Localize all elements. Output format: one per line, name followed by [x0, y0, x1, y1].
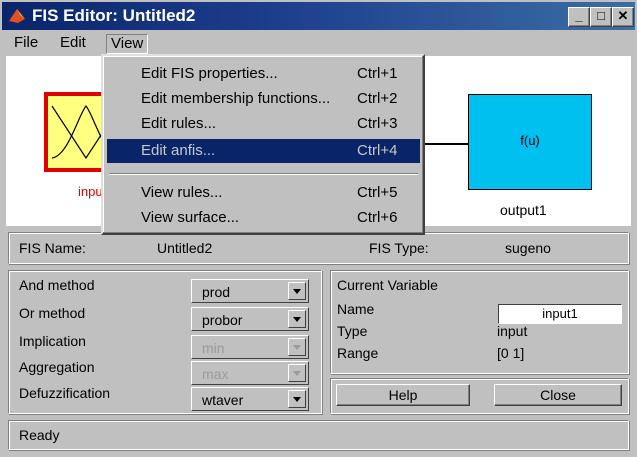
implication-select: min	[191, 335, 309, 359]
menu-item-edit-membership-functions[interactable]: Edit membership functions... Ctrl+2	[107, 87, 420, 111]
or-method-value: probor	[202, 312, 243, 328]
and-method-label: And method	[19, 277, 95, 293]
output-function-label: f(u)	[520, 133, 540, 148]
close-window-button[interactable]: ✕	[612, 7, 634, 27]
chevron-down-icon	[288, 338, 306, 356]
or-method-select[interactable]: probor	[191, 307, 309, 331]
variable-range-label: Range	[337, 345, 379, 361]
menu-view[interactable]: View	[106, 34, 149, 54]
fis-type-label: FIS Type:	[369, 240, 429, 256]
menu-item-label: Edit rules...	[141, 115, 217, 132]
help-button[interactable]: Help	[336, 384, 470, 406]
aggregation-select: max	[191, 361, 309, 385]
menu-item-shortcut: Ctrl+2	[357, 90, 398, 107]
implication-label: Implication	[19, 333, 86, 349]
status-bar: Ready	[8, 420, 629, 450]
connector-line	[420, 143, 468, 145]
menu-item-shortcut: Ctrl+5	[357, 184, 398, 201]
menu-item-label: Edit FIS properties...	[141, 65, 278, 82]
variable-name-input[interactable]: input1	[498, 304, 622, 324]
fis-name-value: Untitled2	[157, 240, 213, 256]
or-method-label: Or method	[19, 305, 86, 321]
menu-item-label: View rules...	[141, 184, 223, 201]
minimize-button[interactable]: _	[568, 7, 590, 27]
chevron-down-icon[interactable]	[288, 282, 306, 300]
menu-item-shortcut: Ctrl+4	[357, 142, 398, 159]
output-variable-box[interactable]: f(u)	[468, 94, 592, 190]
output-variable-label: output1	[500, 202, 547, 218]
menu-item-edit-anfis[interactable]: Edit anfis... Ctrl+4	[107, 139, 420, 163]
menu-item-shortcut: Ctrl+1	[357, 65, 398, 82]
menu-file[interactable]: File	[10, 34, 42, 52]
close-button[interactable]: Close	[494, 384, 622, 406]
fis-info-panel: FIS Name: Untitled2 FIS Type: sugeno	[8, 232, 629, 264]
fis-editor-window: FIS Editor: Untitled2 _ □ ✕ File Edit Vi…	[0, 0, 637, 457]
window-title: FIS Editor: Untitled2	[32, 6, 196, 25]
view-menu-dropdown: Edit FIS properties... Ctrl+1 Edit membe…	[101, 54, 425, 235]
defuzzification-select[interactable]: wtaver	[191, 387, 309, 411]
menu-item-shortcut: Ctrl+3	[357, 115, 398, 132]
menu-item-edit-rules[interactable]: Edit rules... Ctrl+3	[107, 112, 420, 136]
menu-item-view-rules[interactable]: View rules... Ctrl+5	[107, 181, 420, 205]
menu-separator	[109, 173, 418, 175]
methods-panel: And method prod Or method probor Implica…	[8, 270, 322, 414]
menu-item-label: Edit anfis...	[141, 142, 216, 159]
maximize-button[interactable]: □	[590, 7, 612, 27]
title-bar[interactable]: FIS Editor: Untitled2 _ □ ✕	[2, 2, 635, 30]
and-method-value: prod	[202, 284, 231, 300]
fis-type-value: sugeno	[505, 240, 551, 256]
aggregation-label: Aggregation	[19, 359, 95, 375]
menu-bar: File Edit View	[2, 32, 635, 54]
variable-type-label: Type	[337, 323, 368, 339]
chevron-down-icon	[288, 364, 306, 382]
current-variable-title: Current Variable	[337, 277, 438, 293]
variable-name-label: Name	[337, 301, 375, 317]
menu-item-label: View surface...	[141, 209, 240, 226]
matlab-logo-icon	[9, 9, 25, 23]
menu-item-view-surface[interactable]: View surface... Ctrl+6	[107, 206, 420, 230]
chevron-down-icon[interactable]	[288, 390, 306, 408]
menu-item-shortcut: Ctrl+6	[357, 209, 398, 226]
variable-type-value: input	[497, 323, 528, 339]
menu-edit[interactable]: Edit	[56, 34, 90, 52]
defuzzification-label: Defuzzification	[19, 385, 111, 401]
status-text: Ready	[19, 427, 60, 443]
implication-value: min	[202, 340, 225, 356]
menu-item-edit-fis-properties[interactable]: Edit FIS properties... Ctrl+1	[107, 62, 420, 86]
chevron-down-icon[interactable]	[288, 310, 306, 328]
and-method-select[interactable]: prod	[191, 279, 309, 303]
variable-range-value: [0 1]	[497, 345, 525, 361]
menu-item-label: Edit membership functions...	[141, 90, 331, 107]
aggregation-value: max	[202, 366, 229, 382]
fis-name-label: FIS Name:	[19, 240, 86, 256]
defuzzification-value: wtaver	[202, 392, 244, 408]
